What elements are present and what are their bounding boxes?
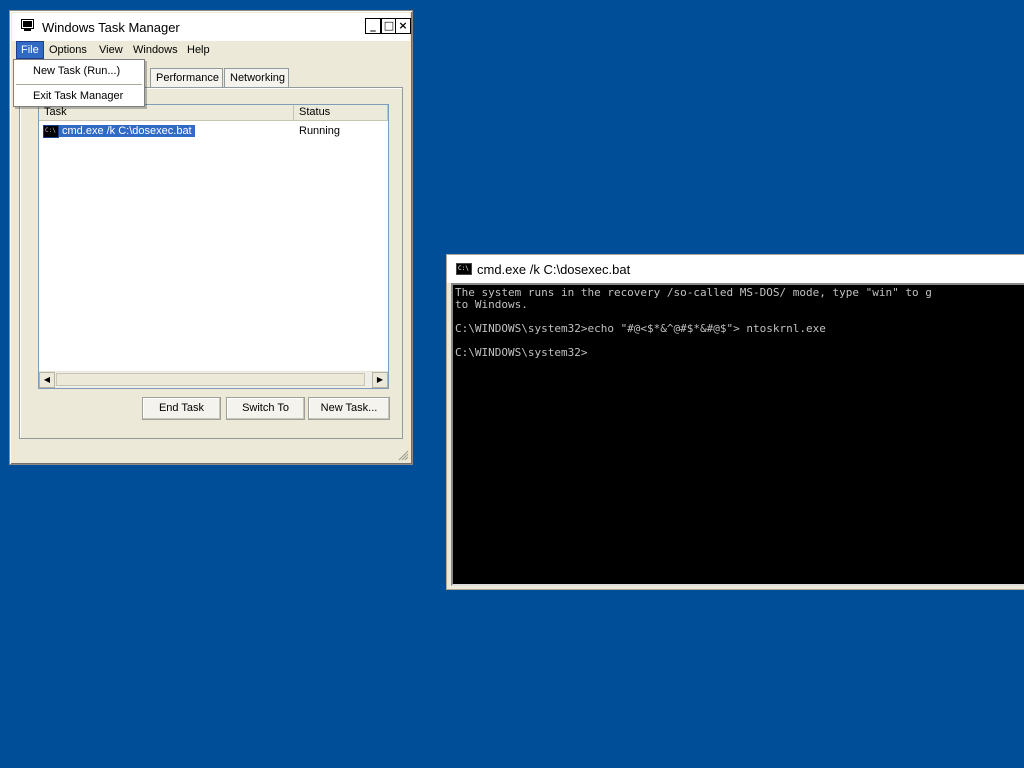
horizontal-scrollbar[interactable]: ◀ ▶	[39, 371, 388, 388]
task-manager-title: Windows Task Manager	[42, 20, 180, 35]
close-button[interactable]: ×	[395, 18, 411, 34]
console-line: The system runs in the recovery /so-call…	[455, 286, 932, 299]
task-list[interactable]: Task Status C:\ cmd.exe /k C:\dosexec.bat…	[38, 104, 389, 389]
scroll-right-icon[interactable]: ▶	[372, 372, 388, 388]
switch-to-button[interactable]: Switch To	[226, 397, 305, 420]
menu-view[interactable]: View	[95, 42, 127, 58]
cmd-window-title: cmd.exe /k C:\dosexec.bat	[477, 262, 631, 277]
scroll-left-icon[interactable]: ◀	[39, 372, 55, 388]
task-name: cmd.exe /k C:\dosexec.bat	[59, 125, 195, 137]
menu-item-new-task[interactable]: New Task (Run...)	[16, 62, 142, 80]
end-task-button[interactable]: End Task	[142, 397, 221, 420]
column-header-status[interactable]: Status	[294, 105, 388, 121]
scroll-thumb[interactable]	[56, 373, 365, 386]
task-manager-app-icon	[21, 19, 34, 31]
task-status: Running	[299, 125, 340, 137]
column-header-task[interactable]: Task	[39, 105, 294, 121]
menu-separator	[16, 84, 142, 85]
menu-file[interactable]: File	[16, 41, 44, 59]
cmd-icon: C:\	[43, 124, 59, 138]
cmd-title-bar[interactable]: C:\ cmd.exe /k C:\dosexec.bat	[447, 255, 1024, 283]
tab-networking[interactable]: Networking	[224, 68, 289, 87]
console-output[interactable]: The system runs in the recovery /so-call…	[451, 283, 1024, 586]
tab-performance[interactable]: Performance	[150, 68, 223, 87]
table-row[interactable]: C:\ cmd.exe /k C:\dosexec.bat	[43, 124, 195, 139]
menu-bar: File Options View Windows Help	[12, 41, 410, 60]
console-line: to Windows.	[455, 298, 528, 311]
minimize-button[interactable]: _	[365, 18, 381, 34]
menu-options[interactable]: Options	[45, 42, 91, 58]
resize-grip-icon[interactable]	[398, 450, 409, 461]
menu-help[interactable]: Help	[183, 42, 214, 58]
file-dropdown-menu: New Task (Run...) Exit Task Manager	[13, 59, 145, 107]
cmd-window: C:\ cmd.exe /k C:\dosexec.bat The system…	[446, 254, 1024, 590]
menu-windows[interactable]: Windows	[129, 42, 182, 58]
console-line: C:\WINDOWS\system32>echo "#@<$*&^@#$*&#@…	[455, 322, 826, 335]
menu-item-exit-task-manager[interactable]: Exit Task Manager	[16, 87, 142, 105]
task-manager-title-bar[interactable]: Windows Task Manager _ □ ×	[12, 13, 411, 41]
new-task-button[interactable]: New Task...	[308, 397, 390, 420]
cmd-window-icon: C:\	[456, 263, 472, 275]
console-line: C:\WINDOWS\system32>	[455, 346, 588, 359]
